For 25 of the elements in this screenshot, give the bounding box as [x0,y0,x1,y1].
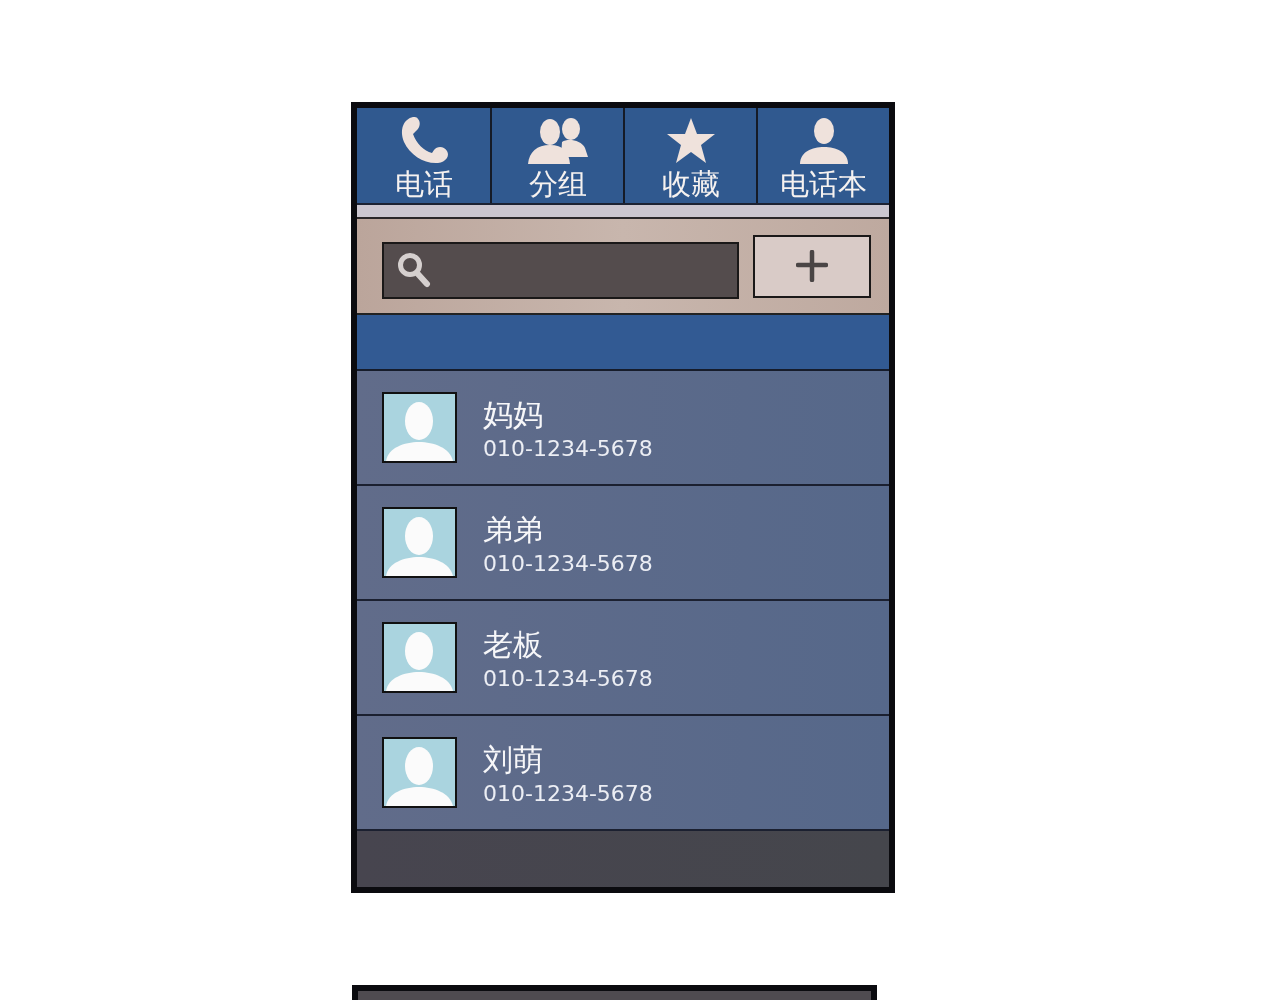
phone-number: 010-1234-5678 [483,550,653,577]
contact-row[interactable]: 弟弟 010-1234-5678 [357,486,889,601]
contact-name: 老板 [483,627,544,663]
contact-row[interactable]: 老板 010-1234-5678 [357,601,889,716]
plus-icon [796,250,828,282]
phone-number: 010-1234-5678 [483,665,653,692]
add-button[interactable] [753,234,871,298]
nav-tab[interactable]: 分组 [490,108,623,203]
contact-name: 妈妈 [483,397,544,433]
phone-number: 010-1234-5678 [483,780,653,807]
nav-tab[interactable]: 电话本 [756,108,889,203]
contact-name: 刘萌 [483,742,544,778]
group-icon [525,117,590,165]
phone-number: 010-1234-5678 [483,435,653,462]
contact-row[interactable]: 妈妈 010-1234-5678 [357,371,889,486]
contact-name: 弟弟 [483,512,544,548]
avatar-icon [382,507,457,578]
avatar-icon [382,392,457,463]
avatar-icon [382,737,457,808]
contact-row[interactable]: 刘萌 010-1234-5678 [357,716,889,831]
search-field[interactable] [382,241,739,299]
search-icon [397,252,431,288]
avatar-icon [382,622,457,693]
nav-tab[interactable]: 收藏 [623,108,756,203]
nav-tab[interactable]: 电话 [357,108,490,203]
